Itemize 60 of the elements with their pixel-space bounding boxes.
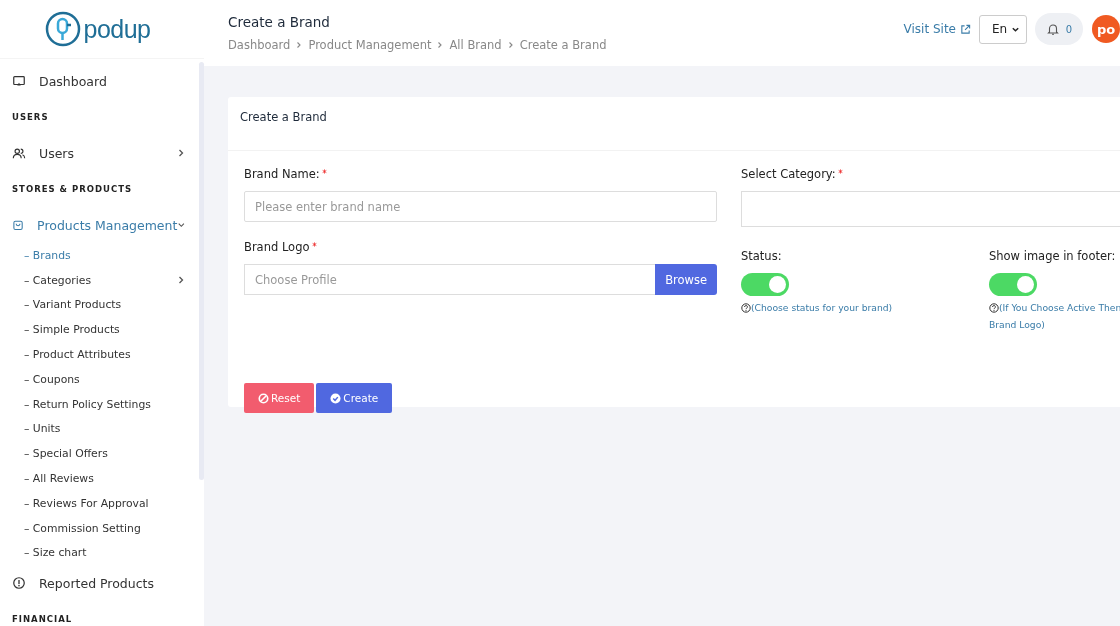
chevron-right-icon — [176, 275, 186, 286]
field-label: Show image in footer: — [989, 249, 1117, 265]
sidebar-section-label: USERS — [11, 111, 50, 124]
footer-image-toggle[interactable] — [989, 273, 1037, 296]
sidebar-subitem[interactable]: – Reviews For Approval — [0, 490, 198, 516]
chevron-down-icon — [177, 220, 186, 230]
category-select[interactable] — [741, 191, 1120, 227]
sidebar-subitem[interactable]: – Simple Products — [0, 317, 198, 343]
monitor-icon — [12, 74, 26, 88]
sidebar-item[interactable]: Products Management — [0, 207, 198, 243]
sidebar-item[interactable]: Reported Products — [0, 565, 198, 602]
sidebar-subitem[interactable]: – Special Offers — [0, 441, 198, 467]
help-icon — [989, 303, 999, 313]
sidebar-subitem[interactable]: – Units — [0, 416, 198, 442]
ban-icon — [258, 392, 269, 404]
check-circle-icon — [330, 392, 342, 404]
breadcrumb-item: Create a Brand — [519, 38, 607, 52]
field-label: Brand Name: — [244, 167, 717, 191]
sidebar-section-label: FINANCIAL — [11, 613, 74, 626]
users-icon — [12, 146, 26, 160]
alert-icon — [12, 576, 26, 591]
file-field[interactable]: Choose Profile — [244, 264, 656, 295]
page-title: Create a Brand — [228, 14, 331, 30]
chevron-right-icon — [176, 148, 186, 158]
bell-icon — [1045, 22, 1060, 36]
sidebar-item[interactable]: Users — [0, 135, 198, 171]
browse-button[interactable]: Browse — [655, 264, 717, 295]
sidebar-subitem[interactable]: – Categories — [0, 267, 198, 293]
field-label: Brand Logo — [244, 240, 717, 264]
hint-text: (If You Choose Active Then — [999, 301, 1120, 315]
create-button[interactable]: Create — [316, 383, 393, 413]
hint-text: Brand Logo) — [989, 318, 1046, 332]
sidebar-subitem[interactable]: – Commission Setting — [0, 515, 198, 541]
hint-text: (Choose status for your brand) — [751, 301, 893, 315]
sidebar-subitem[interactable]: – All Reviews — [0, 466, 198, 491]
brand-name-field[interactable]: Please enter brand name — [244, 191, 717, 222]
field-label: Status: — [741, 249, 783, 265]
sidebar-subitem[interactable]: – Product Attributes — [0, 342, 198, 367]
chevron-right-icon — [506, 41, 515, 49]
breadcrumb-item[interactable]: Dashboard — [228, 38, 291, 52]
bag-icon — [12, 218, 25, 232]
help-icon — [741, 303, 751, 313]
status-toggle[interactable] — [741, 273, 789, 296]
visit-site-link[interactable]: Visit Site — [903, 22, 956, 36]
sidebar-section-label: STORES & PRODUCTS — [11, 183, 134, 196]
field-label: Select Category: — [741, 167, 1120, 191]
sidebar-subitem[interactable]: – Variant Products — [0, 292, 198, 318]
sidebar-subitem[interactable]: – Return Policy Settings — [0, 391, 198, 417]
logo-text: podup — [83, 14, 151, 44]
sidebar-item[interactable]: Dashboard — [0, 63, 198, 99]
breadcrumb-item[interactable]: All Brand — [449, 38, 502, 52]
notification-button[interactable]: 0 — [1035, 13, 1083, 45]
language-select[interactable]: En — [979, 14, 1027, 44]
breadcrumb-item[interactable]: Product Management — [308, 38, 432, 52]
sidebar-subitem[interactable]: – Brands — [0, 243, 198, 268]
external-link-icon — [960, 23, 971, 35]
card-title: Create a Brand — [228, 97, 1120, 151]
sidebar-subitem[interactable]: – Size chart — [0, 540, 198, 566]
sidebar-subitem[interactable]: – Coupons — [0, 367, 198, 392]
microphone-logo-icon — [45, 11, 82, 47]
